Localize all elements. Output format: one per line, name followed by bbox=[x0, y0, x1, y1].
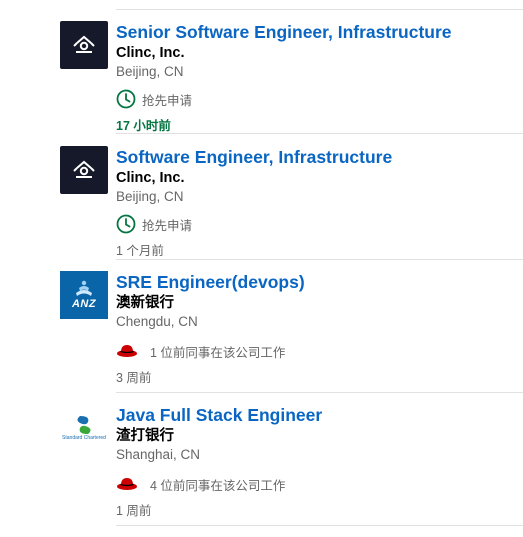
company-logo-anz[interactable]: ANZ bbox=[60, 271, 108, 319]
company-name[interactable]: 澳新银行 bbox=[116, 293, 523, 313]
anz-logo-text: ANZ bbox=[71, 298, 97, 310]
divider bbox=[116, 525, 523, 526]
insight-text: 1 位前同事在该公司工作 bbox=[150, 345, 286, 360]
divider bbox=[116, 259, 523, 260]
anz-people-icon bbox=[76, 280, 92, 296]
posted-time: 3 周前 bbox=[116, 371, 152, 385]
job-insight: 1 位前同事在该公司工作 bbox=[116, 339, 523, 363]
job-location: Beijing, CN bbox=[116, 189, 184, 204]
company-name[interactable]: Clinc, Inc. bbox=[116, 168, 523, 188]
job-location: Chengdu, CN bbox=[116, 314, 198, 329]
clinc-logo-icon bbox=[73, 35, 95, 53]
company-logo-clinc[interactable] bbox=[60, 21, 108, 69]
divider bbox=[116, 392, 523, 393]
job-insight: 抢先申请 bbox=[116, 87, 523, 111]
job-location: Beijing, CN bbox=[116, 64, 184, 79]
company-name[interactable]: Clinc, Inc. bbox=[116, 43, 523, 63]
sc-logo-text: Standard Chartered bbox=[62, 435, 106, 442]
job-location: Shanghai, CN bbox=[116, 447, 201, 462]
posted-time: 1 周前 bbox=[116, 504, 152, 518]
clinc-logo-icon bbox=[73, 160, 95, 178]
clock-icon bbox=[116, 214, 136, 234]
redhat-icon bbox=[117, 345, 137, 357]
insight-text: 抢先申请 bbox=[142, 93, 193, 108]
clock-icon bbox=[116, 89, 136, 109]
job-title-link[interactable]: Java Full Stack Engineer bbox=[116, 404, 523, 426]
job-list: Senior Software Engineer, Infrastructure… bbox=[0, 0, 523, 537]
insight-text: 4 位前同事在该公司工作 bbox=[150, 478, 286, 493]
company-logo-clinc[interactable] bbox=[60, 146, 108, 194]
job-insight: 抢先申请 bbox=[116, 212, 523, 236]
job-title-link[interactable]: Software Engineer, Infrastructure bbox=[116, 146, 523, 168]
job-title-link[interactable]: Senior Software Engineer, Infrastructure bbox=[116, 21, 523, 43]
job-insight: 4 位前同事在该公司工作 bbox=[116, 472, 523, 496]
company-name[interactable]: 渣打银行 bbox=[116, 426, 523, 446]
posted-time: 1 个月前 bbox=[116, 244, 164, 258]
standard-chartered-icon bbox=[77, 416, 91, 435]
redhat-icon bbox=[117, 478, 137, 490]
company-logo-standard-chartered[interactable]: Standard Chartered bbox=[60, 404, 108, 452]
job-title-link[interactable]: SRE Engineer(devops) bbox=[116, 271, 523, 293]
divider bbox=[116, 9, 523, 10]
insight-text: 抢先申请 bbox=[142, 218, 193, 233]
divider bbox=[116, 133, 523, 134]
